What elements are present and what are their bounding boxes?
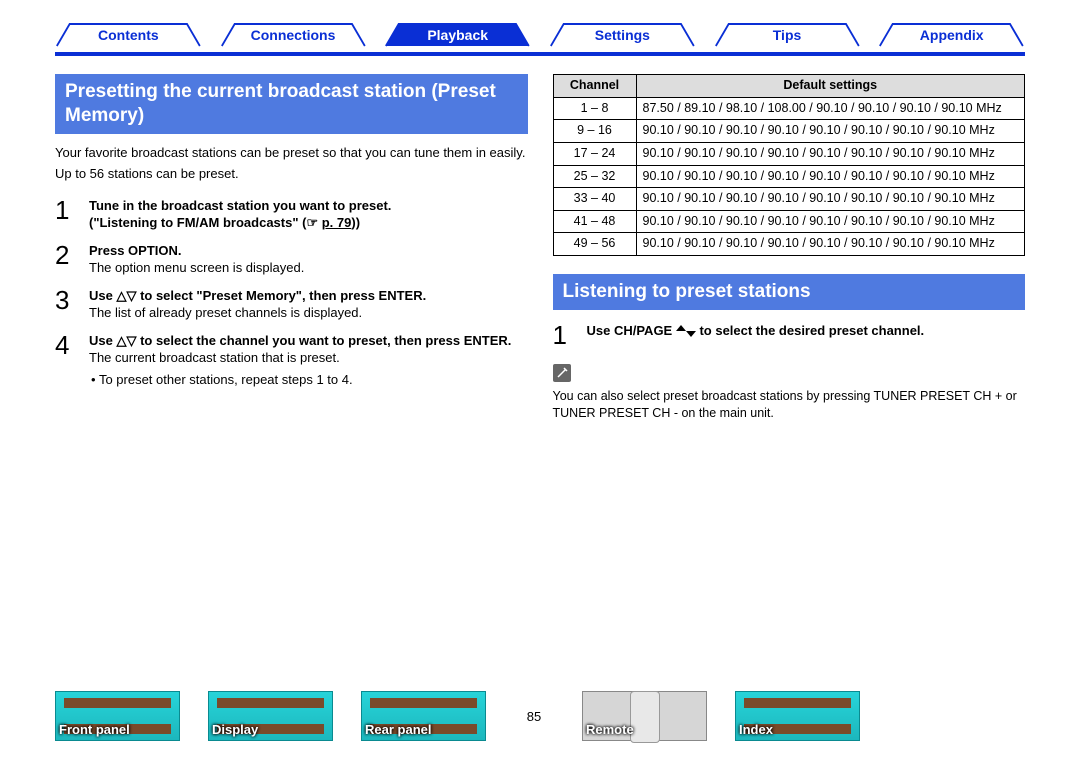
step-bold-line2: ("Listening to FM/AM broadcasts" (☞ p. 7… (89, 214, 528, 232)
left-column: Presetting the current broadcast station… (55, 74, 528, 422)
page-number: 85 (514, 709, 554, 724)
cell-channel: 9 – 16 (553, 120, 636, 143)
step-number: 3 (55, 287, 77, 322)
nav-tab-appendix[interactable]: Appendix (878, 22, 1025, 48)
cell-default: 87.50 / 89.10 / 98.10 / 108.00 / 90.10 /… (636, 97, 1025, 120)
intro-text-1: Your favorite broadcast stations can be … (55, 144, 528, 162)
table-row: 17 – 2490.10 / 90.10 / 90.10 / 90.10 / 9… (553, 142, 1025, 165)
step-bold: Use △▽ to select "Preset Memory", then p… (89, 287, 528, 305)
cell-default: 90.10 / 90.10 / 90.10 / 90.10 / 90.10 / … (636, 210, 1025, 233)
step-sub: The list of already preset channels is d… (89, 304, 528, 322)
nav-tab-connections[interactable]: Connections (220, 22, 367, 48)
cell-channel: 25 – 32 (553, 165, 636, 188)
footer-link-index[interactable]: Index (735, 691, 860, 741)
page-link[interactable]: p. 79 (322, 215, 352, 230)
step-sub: The option menu screen is displayed. (89, 259, 528, 277)
top-nav: Contents Connections Playback Settings Tips A… (55, 0, 1025, 56)
nav-tab-contents[interactable]: Contents (55, 22, 202, 48)
steps-list: 1 Tune in the broadcast station you want … (55, 197, 528, 389)
table-row: 25 – 3290.10 / 90.10 / 90.10 / 90.10 / 9… (553, 165, 1025, 188)
hand-pointer-icon: ☞ (306, 215, 318, 230)
cell-default: 90.10 / 90.10 / 90.10 / 90.10 / 90.10 / … (636, 120, 1025, 143)
step-text-suffix: to select the desired preset channel. (696, 323, 924, 338)
step-4: 4 Use △▽ to select the channel you want t… (55, 332, 528, 389)
step-sub: The current broadcast station that is pr… (89, 349, 528, 367)
table-row: 33 – 4090.10 / 90.10 / 90.10 / 90.10 / 9… (553, 188, 1025, 211)
footer-link-display[interactable]: Display (208, 691, 333, 741)
footer-link-front-panel[interactable]: Front panel (55, 691, 180, 741)
step-bold: Press OPTION. (89, 242, 528, 260)
cell-default: 90.10 / 90.10 / 90.10 / 90.10 / 90.10 / … (636, 188, 1025, 211)
intro-text-2: Up to 56 stations can be preset. (55, 165, 528, 183)
footer-nav: Front panel Display Rear panel 85 Remote Inde… (55, 691, 1025, 741)
table-row: 1 – 887.50 / 89.10 / 98.10 / 108.00 / 90… (553, 97, 1025, 120)
footer-link-rear-panel[interactable]: Rear panel (361, 691, 486, 741)
step-1: 1 Tune in the broadcast station you want … (55, 197, 528, 232)
cell-channel: 1 – 8 (553, 97, 636, 120)
table-row: 9 – 1690.10 / 90.10 / 90.10 / 90.10 / 90… (553, 120, 1025, 143)
step-number: 1 (553, 322, 575, 348)
cell-default: 90.10 / 90.10 / 90.10 / 90.10 / 90.10 / … (636, 233, 1025, 256)
heading-preset-memory: Presetting the current broadcast station… (55, 74, 528, 134)
right-column: Channel Default settings 1 – 887.50 / 89… (553, 74, 1026, 422)
cell-default: 90.10 / 90.10 / 90.10 / 90.10 / 90.10 / … (636, 142, 1025, 165)
step-3: 3 Use △▽ to select "Preset Memory", then … (55, 287, 528, 322)
cell-channel: 41 – 48 (553, 210, 636, 233)
table-row: 41 – 4890.10 / 90.10 / 90.10 / 90.10 / 9… (553, 210, 1025, 233)
step-bullet: To preset other stations, repeat steps 1… (89, 371, 528, 389)
cell-default: 90.10 / 90.10 / 90.10 / 90.10 / 90.10 / … (636, 165, 1025, 188)
cell-channel: 33 – 40 (553, 188, 636, 211)
step-2: 2 Press OPTION.The option menu screen is … (55, 242, 528, 277)
heading-listening-preset: Listening to preset stations (553, 274, 1026, 310)
step-bold: Tune in the broadcast station you want t… (89, 197, 528, 215)
cell-channel: 49 – 56 (553, 233, 636, 256)
nav-tab-playback[interactable]: Playback (384, 22, 531, 48)
th-channel: Channel (553, 75, 636, 98)
note-text: You can also select preset broadcast sta… (553, 388, 1026, 422)
th-default: Default settings (636, 75, 1025, 98)
table-row: 49 – 5690.10 / 90.10 / 90.10 / 90.10 / 9… (553, 233, 1025, 256)
footer-link-remote[interactable]: Remote (582, 691, 707, 741)
nav-tab-settings[interactable]: Settings (549, 22, 696, 48)
note-icon (553, 364, 571, 382)
step-text-prefix: Use CH/PAGE (587, 323, 676, 338)
step-number: 1 (55, 197, 77, 232)
up-down-solid-icon (676, 324, 696, 338)
step-number: 2 (55, 242, 77, 277)
preset-defaults-table: Channel Default settings 1 – 887.50 / 89… (553, 74, 1026, 256)
step-number: 4 (55, 332, 77, 389)
cell-channel: 17 – 24 (553, 142, 636, 165)
nav-tab-tips[interactable]: Tips (714, 22, 861, 48)
step-bold: Use △▽ to select the channel you want to… (89, 332, 528, 350)
